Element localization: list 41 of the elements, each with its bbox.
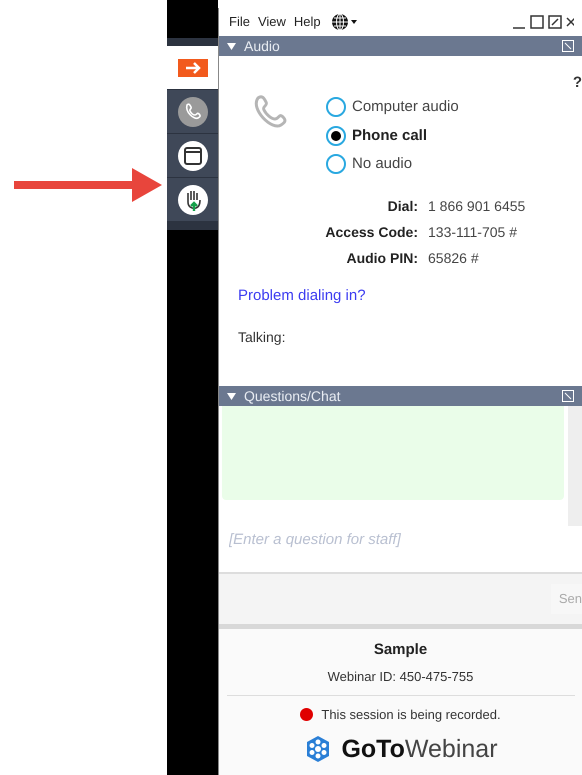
question-input[interactable]: [Enter a question for staff]	[219, 506, 582, 572]
webinar-id: Webinar ID: 450-475-755	[328, 668, 474, 686]
detail-value: 1 866 901 6455	[428, 196, 526, 216]
radio-option[interactable]: Computer audio	[326, 96, 459, 118]
radio-option[interactable]: No audio	[326, 153, 459, 176]
popout-icon	[562, 390, 574, 402]
section-header[interactable]: Audio	[219, 36, 582, 56]
detail-label: Dial:	[386, 196, 418, 216]
help-icon[interactable]: ?	[572, 72, 582, 94]
talking-label: Talking:	[238, 328, 286, 347]
webinar-name: Sample	[374, 640, 428, 660]
menu-item[interactable]: Help	[292, 12, 323, 32]
window-icon	[176, 140, 208, 172]
recording-notice: This session is being recorded.	[321, 706, 501, 724]
detail-label: Access Code:	[324, 222, 418, 242]
phone-icon	[176, 96, 208, 128]
section-title: Questions/Chat	[244, 386, 340, 406]
close-icon[interactable]	[566, 15, 574, 29]
radio-option[interactable]: Phone call	[326, 124, 459, 147]
detail-value: 133-111-705 #	[428, 222, 518, 242]
radio-button[interactable]	[326, 97, 346, 118]
popout-icon	[562, 40, 574, 52]
section-header[interactable]: Questions/Chat	[219, 386, 582, 406]
detail-label: Audio PIN:	[345, 248, 418, 268]
menu-item[interactable]: File	[227, 12, 252, 32]
radio-button[interactable]	[326, 126, 346, 146]
radio-button[interactable]	[326, 154, 346, 174]
option-label: Phone call	[352, 126, 428, 146]
sidebar-button[interactable]	[167, 46, 218, 90]
popout-window-icon[interactable]	[548, 15, 562, 29]
maximize-icon[interactable]	[530, 15, 544, 29]
globe-menu-icon[interactable]	[330, 13, 359, 31]
option-label: Computer audio	[352, 97, 459, 117]
raise-hand-icon	[176, 184, 208, 216]
section-title: Audio	[244, 36, 280, 56]
option-label: No audio	[352, 154, 412, 174]
scrollbar[interactable]	[568, 406, 582, 526]
menu-item[interactable]: View	[256, 12, 288, 32]
detail-value: 65826 #	[428, 248, 480, 268]
product-logo-text: GoToWebinar	[341, 734, 498, 764]
problem-dialing-link[interactable]: Problem dialing in?	[238, 284, 366, 307]
